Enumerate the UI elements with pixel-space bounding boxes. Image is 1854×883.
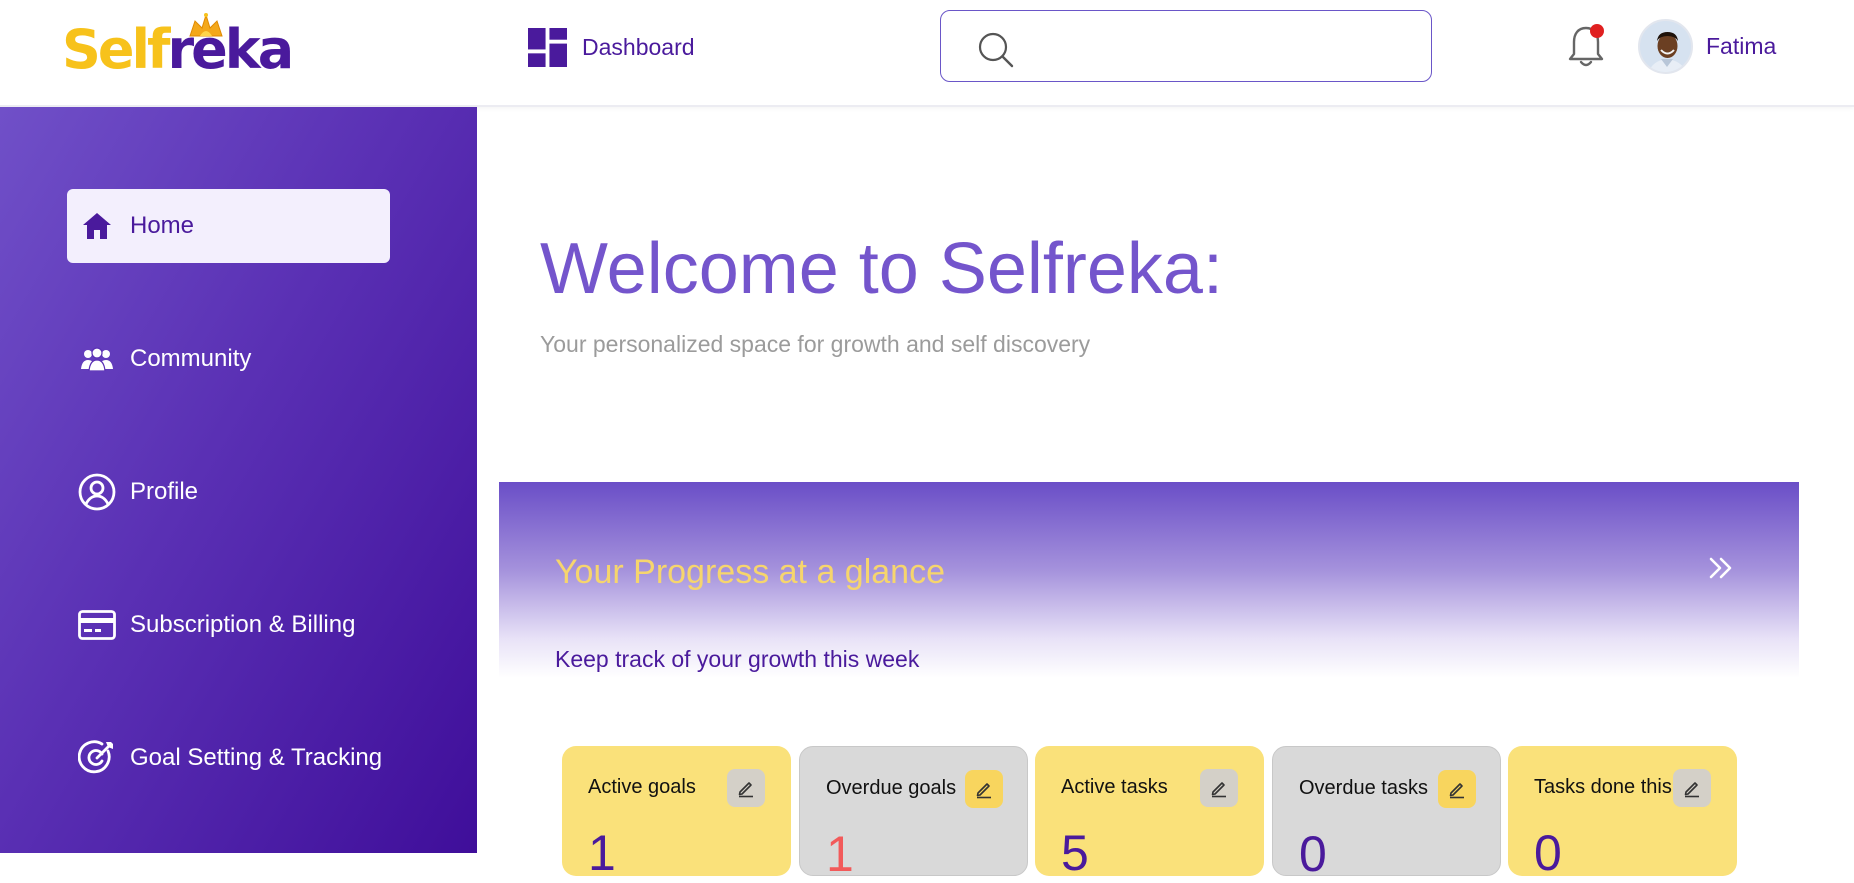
stat-card-overdue-goals: Overdue goals 1 (799, 746, 1028, 882)
top-header: Selfreka Dashboard Fatima (0, 0, 1854, 107)
progress-subtitle: Keep track of your growth this week (555, 646, 920, 672)
logo-wordmark: Selfreka (62, 18, 294, 82)
stat-value: 1 (588, 825, 616, 881)
sidebar-item-label: Home (130, 212, 195, 239)
notification-dot (1590, 24, 1604, 38)
dashboard-grid-icon (528, 27, 567, 67)
stat-label: Active goals (588, 776, 696, 798)
search-icon (978, 32, 1014, 68)
stat-label: Active tasks (1061, 776, 1168, 798)
stat-value: 1 (826, 826, 854, 882)
sidebar-item-label: Goal Setting & Tracking (130, 744, 383, 771)
notifications-button[interactable] (1566, 22, 1606, 70)
stat-value: 0 (1534, 825, 1562, 881)
edit-button[interactable] (1200, 769, 1238, 807)
edit-button[interactable] (1438, 770, 1476, 808)
user-avatar[interactable] (1638, 19, 1693, 74)
chevron-double-right-icon[interactable] (1705, 552, 1737, 584)
stat-value: 0 (1299, 826, 1327, 882)
user-name[interactable]: Fatima (1706, 33, 1776, 60)
people-icon (77, 339, 117, 379)
sidebar-item-label: Subscription & Billing (130, 611, 356, 638)
pencil-icon (976, 783, 991, 799)
sidebar-item-label: Profile (130, 478, 199, 505)
stat-card-active-tasks: Active tasks 5 (1035, 746, 1264, 881)
welcome-title: Welcome to Selfreka: (540, 229, 1223, 309)
sidebar-item-home[interactable]: Home (67, 189, 390, 263)
sidebar: Home Community Profile Subscription & Bi… (0, 107, 477, 853)
stat-card-active-goals: Active goals 1 (562, 746, 791, 881)
progress-panel: Your Progress at a glance Keep track of … (499, 482, 1799, 678)
selfreka-logo[interactable]: Selfreka (62, 12, 312, 84)
pencil-icon (1684, 782, 1699, 798)
edit-button[interactable] (1673, 769, 1711, 807)
stat-card-tasks-done: Tasks done this week 0 (1508, 746, 1737, 881)
sidebar-item-goals[interactable]: Goal Setting & Tracking (67, 721, 390, 795)
bell-icon (1568, 24, 1604, 67)
edit-button[interactable] (727, 769, 765, 807)
sidebar-item-label: Community (130, 345, 252, 372)
stat-value: 5 (1061, 825, 1089, 881)
target-icon (77, 738, 117, 778)
search-bar[interactable] (940, 10, 1432, 82)
edit-button[interactable] (965, 770, 1003, 808)
sidebar-item-subscription[interactable]: Subscription & Billing (67, 588, 390, 662)
avatar-image (1640, 21, 1691, 72)
pencil-icon (1449, 783, 1464, 799)
welcome-subtitle: Your personalized space for growth and s… (540, 331, 1091, 357)
user-circle-icon (77, 472, 117, 512)
stat-label: Overdue goals (826, 777, 957, 799)
credit-card-icon (77, 605, 117, 645)
logo-crown-icon (189, 13, 223, 37)
home-icon (77, 206, 117, 246)
dashboard-label: Dashboard (582, 33, 695, 60)
pencil-icon (1211, 782, 1226, 798)
stat-label: Tasks done this week (1534, 776, 1684, 798)
sidebar-item-profile[interactable]: Profile (67, 455, 390, 529)
dashboard-link[interactable]: Dashboard (528, 27, 695, 67)
pencil-icon (738, 782, 753, 798)
logo-text-self: Self (62, 18, 171, 81)
sidebar-item-community[interactable]: Community (67, 322, 390, 396)
search-input[interactable] (1021, 23, 1411, 69)
stat-card-overdue-tasks: Overdue tasks 0 (1272, 746, 1501, 882)
progress-title: Your Progress at a glance (555, 553, 945, 591)
stat-label: Overdue tasks (1299, 777, 1428, 799)
